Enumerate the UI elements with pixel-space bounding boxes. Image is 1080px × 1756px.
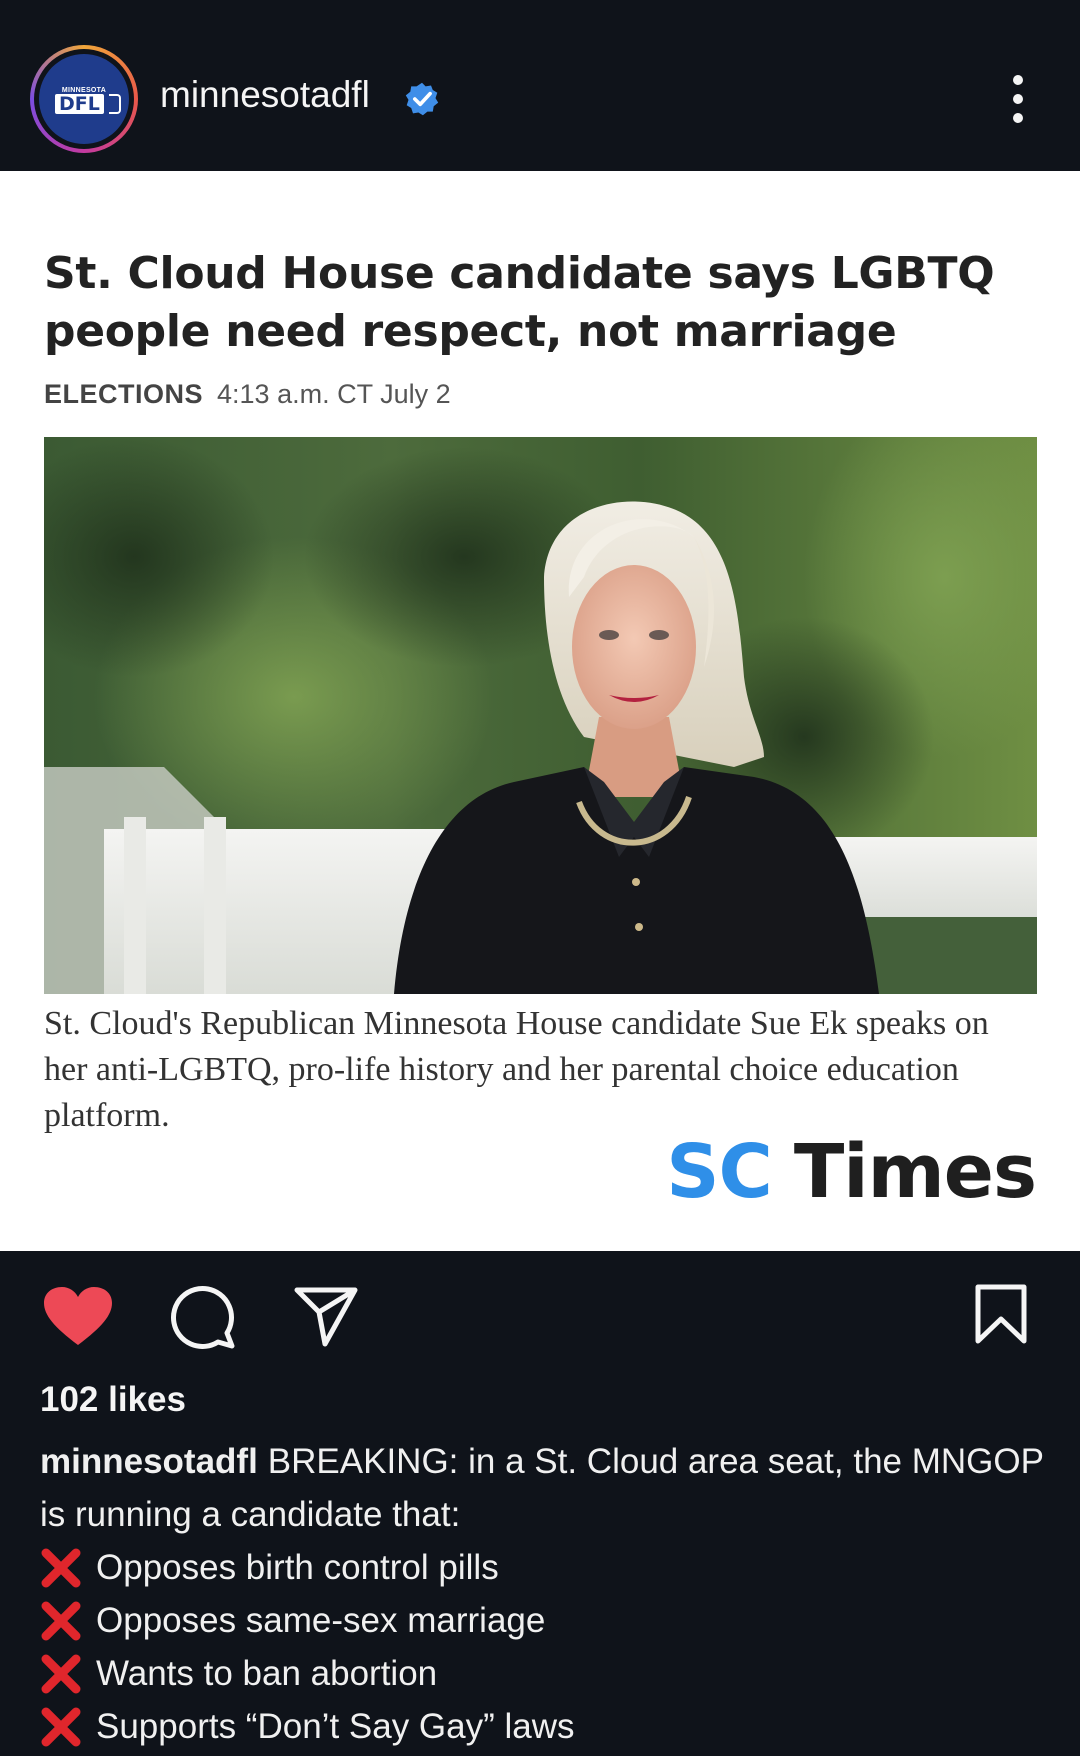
- candidate-photo: [44, 437, 1037, 994]
- list-item: Opposes birth control pills: [40, 1541, 1050, 1594]
- list-item: Wants to ban abortion: [40, 1647, 1050, 1700]
- article-meta: ELECTIONS 4:13 a.m. CT July 2: [44, 379, 451, 410]
- article-timestamp: 4:13 a.m. CT July 2: [217, 379, 451, 409]
- post-caption: minnesotadfl BREAKING: in a St. Cloud are…: [40, 1435, 1050, 1753]
- post-username[interactable]: minnesotadfl: [160, 74, 370, 116]
- caption-intro: minnesotadfl BREAKING: in a St. Cloud are…: [40, 1435, 1050, 1541]
- post-header: MINNESOTA DFL minnesotadfl: [0, 0, 1080, 171]
- bullet-text: Wants to ban abortion: [96, 1654, 438, 1693]
- red-x-icon: [41, 1707, 81, 1746]
- likes-count[interactable]: 102 likes: [40, 1380, 186, 1420]
- list-item: Supports “Don’t Say Gay” laws: [40, 1700, 1050, 1753]
- post-action-bar: [0, 1251, 1080, 1371]
- logo-text-times: Times: [793, 1129, 1037, 1215]
- photo-caption: St. Cloud's Republican Minnesota House c…: [44, 1005, 989, 1134]
- send-icon[interactable]: [294, 1285, 358, 1347]
- bullet-text: Opposes birth control pills: [96, 1548, 499, 1587]
- verified-badge-icon: [405, 82, 439, 116]
- bullet-text: Supports “Don’t Say Gay” laws: [96, 1707, 575, 1746]
- post-image-article-card[interactable]: St. Cloud House candidate says LGBTQ peo…: [0, 171, 1080, 1251]
- red-x-icon: [41, 1654, 81, 1693]
- red-x-icon: [41, 1601, 81, 1640]
- avatar-text-dfl: DFL: [55, 94, 104, 114]
- bullet-text: Opposes same-sex marriage: [96, 1601, 546, 1640]
- caption-username[interactable]: minnesotadfl: [40, 1442, 258, 1481]
- more-vertical-icon[interactable]: [1004, 74, 1032, 124]
- profile-avatar[interactable]: MINNESOTA DFL: [30, 45, 138, 153]
- sc-times-logo: SC Times: [666, 1129, 1037, 1215]
- article-category: ELECTIONS: [44, 379, 204, 409]
- bookmark-icon[interactable]: [974, 1283, 1028, 1345]
- article-headline: St. Cloud House candidate says LGBTQ peo…: [44, 248, 995, 357]
- comment-icon[interactable]: [170, 1285, 236, 1349]
- list-item: Opposes same-sex marriage: [40, 1594, 1050, 1647]
- logo-text-sc: SC: [666, 1129, 773, 1215]
- red-x-icon: [41, 1548, 81, 1587]
- minnesota-state-icon: [109, 94, 121, 114]
- heart-icon[interactable]: [44, 1287, 112, 1347]
